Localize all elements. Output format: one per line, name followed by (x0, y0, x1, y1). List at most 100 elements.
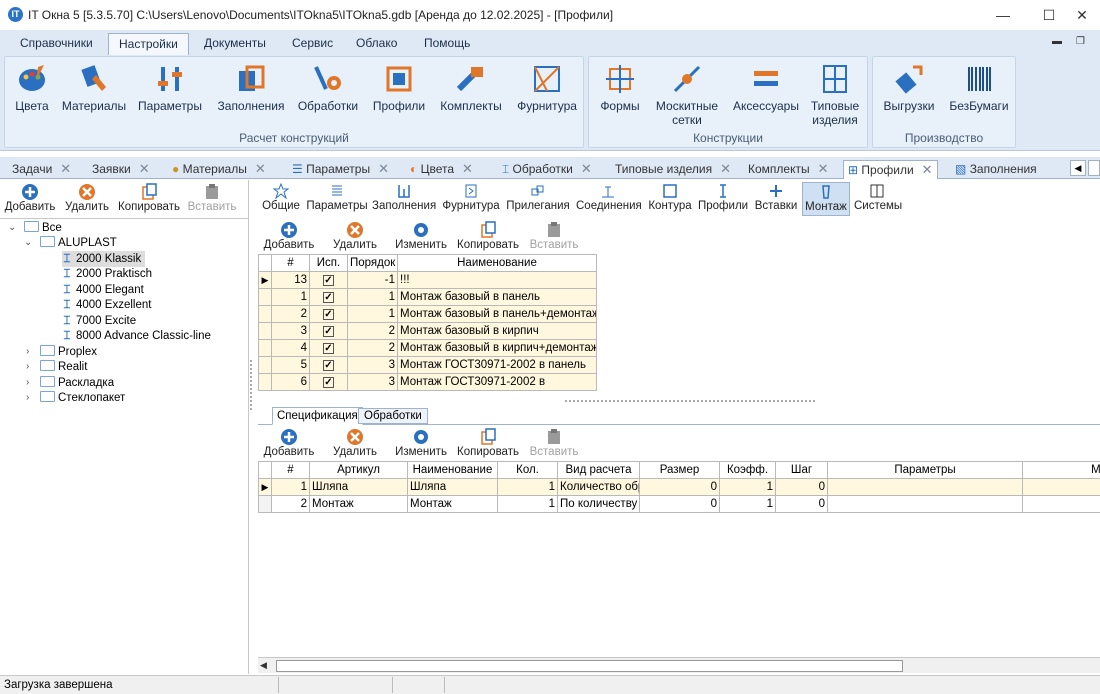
paste-button[interactable]: Вставить (184, 183, 240, 213)
checkbox-icon[interactable]: ✓ (323, 309, 334, 320)
subtab-mounting[interactable]: Монтаж (802, 182, 850, 216)
subtab-inserts[interactable]: Вставки (752, 182, 800, 216)
subtab-hardware[interactable]: Фурнитура (440, 182, 502, 216)
expand-icon[interactable]: › (26, 392, 29, 403)
ribbon-mosquito-button[interactable]: Москитные сетки (649, 63, 725, 127)
tree-item-profile[interactable]: ⌶ 7000 Excite (62, 313, 137, 329)
horizontal-scrollbar[interactable]: ◀ (258, 657, 1100, 673)
checkbox-icon[interactable]: ✓ (323, 326, 334, 337)
tree-node-folder[interactable]: Proplex (40, 344, 97, 360)
delete-button[interactable]: Удалить (330, 221, 380, 251)
tab-processing[interactable]: ⌶ Обработки ✕ (502, 160, 592, 179)
subtab-adjacency[interactable]: Прилегания (506, 182, 570, 216)
subtab-general[interactable]: Общие (262, 182, 300, 216)
checkbox-icon[interactable]: ✓ (323, 360, 334, 371)
tree-node-folder[interactable]: Раскладка (40, 375, 114, 391)
subtab-contours[interactable]: Контура (646, 182, 694, 216)
subtab-joints[interactable]: Соединения (576, 182, 642, 216)
tab-params[interactable]: ☰ Параметры ✕ (292, 160, 389, 179)
scroll-left-icon[interactable]: ◀ (260, 660, 267, 671)
subtab-profiles[interactable]: Профили (698, 182, 748, 216)
menu-settings[interactable]: Настройки (108, 33, 189, 55)
tab-colors[interactable]: ◐ Цвета ✕ (410, 160, 473, 179)
tab-kits[interactable]: Комплекты ✕ (748, 160, 829, 179)
expand-icon[interactable]: › (26, 346, 29, 357)
menu-cloud[interactable]: Облако (346, 33, 407, 55)
collapse-icon[interactable]: ⌄ (8, 222, 16, 233)
ribbon-typical-button[interactable]: Типовые изделия (805, 63, 865, 127)
tab-fillings[interactable]: ▧ Заполнения (955, 160, 1037, 179)
close-icon[interactable]: ✕ (1064, 0, 1100, 30)
ribbon-hardware-button[interactable]: Фурнитура (511, 63, 583, 113)
subtab-params[interactable]: Параметры (306, 182, 368, 216)
expand-icon[interactable]: › (26, 377, 29, 388)
table-row[interactable]: 2 ✓ 1 Монтаж базовый в панель+демонтаж (258, 305, 597, 323)
add-button[interactable]: Добавить (262, 221, 316, 251)
scrollbar-thumb[interactable] (276, 660, 903, 672)
tree-item-profile[interactable]: ⌶ 8000 Advance Classic-line (62, 328, 211, 344)
table-row[interactable]: 2 Монтаж Монтаж 1 По количеству 0 1 0 (258, 495, 1100, 513)
ribbon-accessories-button[interactable]: Аксессуары (729, 63, 803, 113)
tab-tasks[interactable]: Задачи ✕ (12, 160, 71, 179)
collapse-icon[interactable]: ⌄ (24, 237, 32, 248)
table-row[interactable]: 4 ✓ 2 Монтаж базовый в кирпич+демонтаж (258, 339, 597, 357)
tab-specification[interactable]: Спецификация (272, 407, 363, 425)
table-row[interactable]: ▶ 1 Шляпа Шляпа 1 Количество обр 0 1 0 (258, 478, 1100, 496)
menu-documents[interactable]: Документы (194, 33, 276, 55)
ribbon-materials-button[interactable]: Материалы (59, 63, 129, 113)
tree-node-all[interactable]: Все (24, 220, 62, 236)
restore-mdi-icon[interactable]: ❐ (1076, 36, 1085, 47)
add-button[interactable]: Добавить (4, 183, 56, 213)
subtab-systems[interactable]: Системы (854, 182, 902, 216)
tab-typical[interactable]: Типовые изделия ✕ (615, 160, 731, 179)
table-row[interactable]: ▶ 13 ✓ -1!!! (258, 271, 597, 289)
paste-button[interactable]: Вставить (526, 221, 582, 251)
copy-button[interactable]: Копировать (456, 428, 520, 458)
paste-button[interactable]: Вставить (526, 428, 582, 458)
tab-requests[interactable]: Заявки ✕ (92, 160, 150, 179)
table-row[interactable]: 6 ✓ 3 Монтаж ГОСТ30971-2002 в (258, 373, 597, 391)
delete-button[interactable]: Удалить (330, 428, 380, 458)
ribbon-exports-button[interactable]: Выгрузки (877, 63, 941, 113)
tab-scroll-left-icon[interactable]: ◀ (1070, 160, 1086, 176)
tree-node-folder[interactable]: Стеклопакет (40, 390, 125, 406)
ribbon-colors-button[interactable]: Цвета (7, 63, 57, 113)
edit-button[interactable]: Изменить (394, 428, 448, 458)
menu-service[interactable]: Сервис (282, 33, 343, 55)
tab-processing[interactable]: Обработки (358, 408, 428, 424)
ribbon-fillings-button[interactable]: Заполнения (213, 63, 289, 113)
checkbox-icon[interactable]: ✓ (323, 343, 334, 354)
expand-icon[interactable]: › (26, 361, 29, 372)
horizontal-splitter[interactable] (565, 400, 815, 403)
ribbon-processing-button[interactable]: Обработки (295, 63, 361, 113)
tab-scroll-right-icon[interactable] (1088, 160, 1100, 176)
checkbox-icon[interactable]: ✓ (323, 292, 334, 303)
tab-materials[interactable]: ● Материалы ✕ (172, 160, 266, 179)
table-row[interactable]: 5 ✓ 3 Монтаж ГОСТ30971-2002 в панель (258, 356, 597, 374)
tree-item-profile[interactable]: ⌶ 4000 Elegant (62, 282, 144, 298)
ribbon-params-button[interactable]: Параметры (135, 63, 205, 113)
vertical-splitter[interactable] (250, 360, 256, 410)
table-row[interactable]: 1 ✓ 1 Монтаж базовый в панель (258, 288, 597, 306)
edit-button[interactable]: Изменить (394, 221, 448, 251)
ribbon-paperless-button[interactable]: БезБумаги (945, 63, 1013, 113)
minimize-mdi-icon[interactable]: ▬ (1052, 36, 1062, 47)
copy-button[interactable]: Копировать (116, 183, 182, 213)
tab-profiles[interactable]: ⊞ Профили ✕ (843, 160, 938, 179)
subtab-fillings[interactable]: Заполнения (372, 182, 436, 216)
tree-node-folder[interactable]: Realit (40, 359, 87, 375)
tree-node-aluplast[interactable]: ALUPLAST (40, 235, 117, 251)
delete-button[interactable]: Удалить (62, 183, 112, 213)
ribbon-kits-button[interactable]: Комплекты (435, 63, 507, 113)
menu-references[interactable]: Справочники (10, 33, 103, 55)
ribbon-profiles-button[interactable]: Профили (369, 63, 429, 113)
checkbox-icon[interactable]: ✓ (323, 275, 334, 286)
copy-button[interactable]: Копировать (456, 221, 520, 251)
menu-help[interactable]: Помощь (414, 33, 480, 55)
tree-item-profile[interactable]: ⌶ 2000 Praktisch (62, 266, 153, 282)
checkbox-icon[interactable]: ✓ (323, 377, 334, 388)
add-button[interactable]: Добавить (262, 428, 316, 458)
tree-item-profile[interactable]: ⌶ 2000 Klassik (62, 251, 146, 267)
minimize-icon[interactable]: — (980, 0, 1026, 30)
tree-item-profile[interactable]: ⌶ 4000 Exzellent (62, 297, 152, 313)
